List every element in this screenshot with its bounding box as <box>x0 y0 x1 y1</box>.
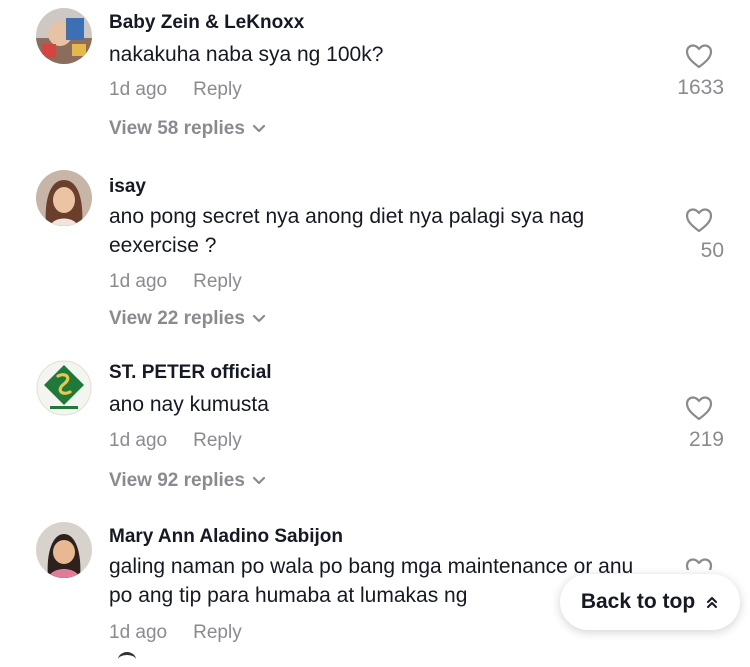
comment-item: Baby Zein & LeKnoxx nakakuha naba sya ng… <box>0 0 750 160</box>
back-to-top-button[interactable]: Back to top <box>560 574 740 630</box>
like-count: 50 <box>700 239 724 262</box>
comment-meta: 1d ago Reply <box>109 271 242 293</box>
next-avatar-edge <box>118 652 136 667</box>
double-chevron-up-icon <box>707 597 718 608</box>
comment-meta: 1d ago Reply <box>109 430 242 452</box>
chevron-down-icon <box>252 314 266 323</box>
heart-outline-icon <box>685 208 713 233</box>
view-replies-label: View 58 replies <box>109 118 245 139</box>
like-button[interactable] <box>684 394 714 422</box>
comment-time: 1d ago <box>109 271 168 292</box>
view-replies-label: View 22 replies <box>109 308 245 329</box>
view-replies-button[interactable]: View 92 replies <box>109 470 267 492</box>
chevron-down-icon <box>252 124 266 133</box>
st-peter-logo <box>36 360 92 416</box>
comment-time: 1d ago <box>109 79 168 100</box>
like-button[interactable] <box>684 556 714 570</box>
reply-button[interactable]: Reply <box>193 271 242 292</box>
back-to-top-label: Back to top <box>580 590 696 613</box>
avatar[interactable] <box>36 522 92 578</box>
comment-username[interactable]: isay <box>109 176 146 198</box>
like-count: 1633 <box>677 76 724 99</box>
heart-outline-icon <box>685 396 713 421</box>
avatar[interactable] <box>36 8 92 64</box>
comment-username[interactable]: Baby Zein & LeKnoxx <box>109 12 304 34</box>
comment-text: nakakuha naba sya ng 100k? <box>109 43 384 66</box>
comment-username[interactable]: ST. PETER official <box>109 362 272 384</box>
avatar[interactable] <box>36 170 92 226</box>
avatar[interactable] <box>36 360 92 416</box>
view-replies-label: View 92 replies <box>109 470 245 491</box>
comment-meta: 1d ago Reply <box>109 622 242 644</box>
like-button[interactable] <box>684 42 714 70</box>
view-replies-button[interactable]: View 58 replies <box>109 118 267 140</box>
like-button[interactable] <box>684 206 714 234</box>
heart-outline-icon <box>685 558 713 570</box>
comment-item: isay ano pong secret nya anong diet nya … <box>0 160 750 350</box>
comment-text: ano nay kumusta <box>109 393 269 416</box>
reply-button[interactable]: Reply <box>193 430 242 451</box>
like-count: 219 <box>688 428 724 451</box>
reply-button[interactable]: Reply <box>193 622 242 643</box>
view-replies-button[interactable]: View 22 replies <box>109 308 267 330</box>
heart-outline-icon <box>685 44 713 69</box>
chevron-down-icon <box>252 476 266 485</box>
comment-time: 1d ago <box>109 430 168 451</box>
comment-item: ST. PETER official ano nay kumusta 1d ag… <box>0 350 750 510</box>
reply-button[interactable]: Reply <box>193 79 242 100</box>
comment-time: 1d ago <box>109 622 168 643</box>
comment-text: ano pong secret nya anong diet nya palag… <box>109 205 585 257</box>
comment-username[interactable]: Mary Ann Aladino Sabijon <box>109 526 343 548</box>
comment-meta: 1d ago Reply <box>109 79 242 101</box>
